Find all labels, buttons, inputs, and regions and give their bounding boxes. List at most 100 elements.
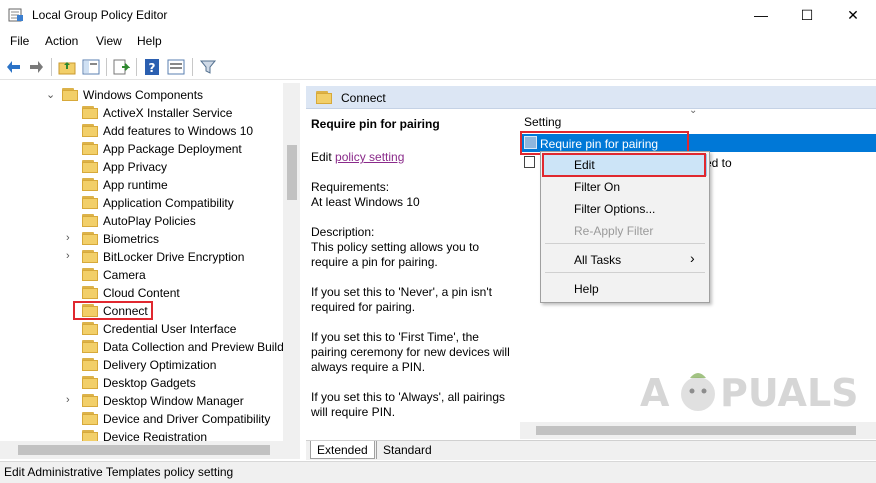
requirements-label: Requirements: — [311, 180, 390, 194]
setting-column-label: Setting — [524, 115, 562, 129]
tree-item[interactable]: Desktop Gadgets — [0, 374, 283, 392]
export-list-icon[interactable] — [112, 58, 131, 76]
tree-item[interactable]: Camera — [0, 266, 283, 284]
folder-icon — [82, 160, 98, 173]
tree-item-label: Windows Components — [83, 88, 204, 102]
tree-item-label: Cloud Content — [103, 286, 180, 300]
show-hide-tree-icon[interactable] — [82, 58, 100, 76]
expand-chevron-icon[interactable]: › — [66, 250, 70, 262]
toolbar-separator — [136, 58, 137, 76]
tree-item-label: Application Compatibility — [103, 196, 234, 210]
toolbar-separator — [106, 58, 107, 76]
tree-item[interactable]: App Package Deployment — [0, 140, 283, 158]
tree-item-label: BitLocker Drive Encryption — [103, 250, 245, 264]
tree-item[interactable]: › BitLocker Drive Encryption — [0, 248, 283, 266]
description-text: required for pairing. — [311, 300, 416, 314]
expand-chevron-icon[interactable]: › — [66, 394, 70, 406]
tree-item-label: Add features to Windows 10 — [103, 124, 254, 138]
folder-icon — [82, 322, 98, 335]
submenu-arrow-icon: › — [690, 250, 695, 266]
back-icon[interactable] — [5, 58, 23, 76]
filter-icon[interactable] — [199, 58, 217, 76]
context-all-tasks[interactable]: All Tasks — [574, 253, 621, 267]
tree-item[interactable]: App runtime — [0, 176, 283, 194]
highlight-connect — [73, 301, 153, 320]
properties-icon[interactable] — [167, 58, 185, 76]
menu-file[interactable]: File — [10, 34, 29, 48]
folder-icon — [82, 178, 98, 191]
minimize-button[interactable]: — — [738, 0, 784, 30]
tab-standard[interactable]: Standard — [376, 441, 438, 459]
tree-vertical-scrollbar[interactable] — [283, 83, 300, 441]
toolbar-separator — [192, 58, 193, 76]
status-text: Edit Administrative Templates policy set… — [4, 465, 234, 479]
folder-icon — [82, 124, 98, 137]
tree-item-label: Device and Driver Compatibility — [103, 412, 271, 426]
tree-item-label: Credential User Interface — [103, 322, 237, 336]
list-hscroll-thumb[interactable] — [536, 426, 856, 435]
edit-line: Edit policy setting — [311, 150, 404, 164]
toolbar-separator — [51, 58, 52, 76]
tree-item[interactable]: ⌄ Windows Components — [0, 86, 283, 104]
tab-extended[interactable]: Extended — [310, 441, 375, 459]
tree-item-label: AutoPlay Policies — [103, 214, 196, 228]
appuals-watermark: A PUALS — [640, 356, 876, 426]
sort-chevron-icon: ⌄ — [689, 105, 698, 116]
tree-item[interactable]: Application Compatibility — [0, 194, 283, 212]
setting-column-header[interactable] — [520, 112, 876, 132]
context-filter-on[interactable]: Filter On — [574, 180, 620, 194]
svg-text:PUALS: PUALS — [720, 371, 859, 415]
folder-icon — [82, 232, 98, 245]
tree-hscroll-thumb[interactable] — [18, 445, 270, 455]
maximize-button[interactable]: ☐ — [784, 0, 830, 30]
tree-item[interactable]: Device and Driver Compatibility — [0, 410, 283, 428]
tree-item-label: ActiveX Installer Service — [103, 106, 233, 120]
tree-item-label: Desktop Gadgets — [103, 376, 196, 390]
description-text: If you set this to 'First Time', the — [311, 330, 479, 344]
tree-item[interactable]: Credential User Interface — [0, 320, 283, 338]
tree-item[interactable]: Data Collection and Preview Build — [0, 338, 284, 356]
tree-item[interactable]: AutoPlay Policies — [0, 212, 283, 230]
folder-icon — [82, 376, 98, 389]
tree-item[interactable]: Add features to Windows 10 — [0, 122, 283, 140]
tree-pane[interactable]: ⌄ Windows Components ActiveX Installer Ser… — [0, 83, 300, 459]
menu-help[interactable]: Help — [137, 34, 162, 48]
policy-setting-link[interactable]: policy setting — [335, 150, 404, 164]
menu-separator — [545, 272, 705, 273]
tree-item[interactable]: › Desktop Window Manager — [0, 392, 283, 410]
folder-icon — [82, 196, 98, 209]
folder-icon — [82, 142, 98, 155]
up-folder-icon[interactable] — [58, 58, 76, 76]
folder-icon — [82, 286, 98, 299]
collapse-chevron-icon[interactable]: ⌄ — [46, 88, 55, 101]
description-text: will require PIN. — [311, 405, 396, 419]
tree-item-label: Desktop Window Manager — [103, 394, 244, 408]
tree-scroll-thumb[interactable] — [287, 145, 297, 200]
title-bar: Local Group Policy Editor — ☐ ✕ — [0, 0, 876, 30]
expand-chevron-icon[interactable]: › — [66, 232, 70, 244]
tree-item[interactable]: Delivery Optimization — [0, 356, 283, 374]
context-reapply-filter: Re-Apply Filter — [574, 224, 654, 238]
policy-title: Require pin for pairing — [311, 117, 440, 131]
menu-view[interactable]: View — [96, 34, 122, 48]
context-help[interactable]: Help — [574, 282, 599, 296]
tree-item-label: App runtime — [103, 178, 168, 192]
tree-item-label: Delivery Optimization — [103, 358, 217, 372]
tree-item[interactable]: › Biometrics — [0, 230, 283, 248]
close-button[interactable]: ✕ — [830, 0, 876, 30]
folder-icon — [316, 91, 332, 104]
folder-icon — [82, 358, 98, 371]
tree-item-label: App Package Deployment — [103, 142, 242, 156]
tree-item[interactable]: Cloud Content — [0, 284, 283, 302]
menu-bar: File Action View Help — [0, 30, 876, 52]
menu-action[interactable]: Action — [45, 34, 78, 48]
forward-icon[interactable] — [27, 58, 45, 76]
tree-item[interactable]: App Privacy — [0, 158, 283, 176]
tree-item-label: Biometrics — [103, 232, 160, 246]
help-icon[interactable]: ? — [143, 58, 161, 76]
edit-prefix: Edit — [311, 150, 332, 164]
right-pane-header — [306, 86, 876, 109]
tree-item[interactable]: ActiveX Installer Service — [0, 104, 283, 122]
context-filter-options[interactable]: Filter Options... — [574, 202, 655, 216]
highlight-edit — [542, 153, 706, 177]
